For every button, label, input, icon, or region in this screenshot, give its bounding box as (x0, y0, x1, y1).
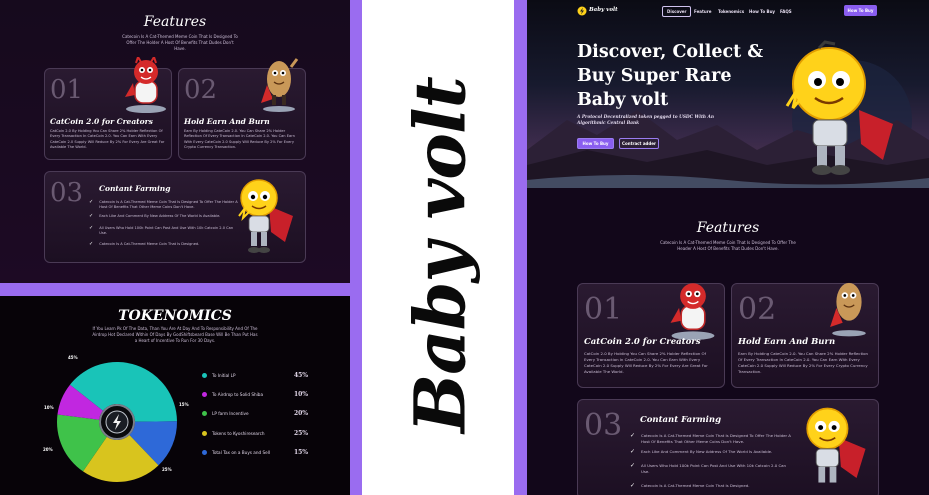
pie-label: 45% (68, 355, 78, 360)
card-title: Contant Farming (99, 184, 171, 193)
card-text: Earn By Holding CateCoin 2.0. You Can Sh… (184, 129, 295, 149)
feature-card-creators: 01 CatCoin 2.0 for Creators CatCoin 2.0 … (44, 57, 172, 160)
cat-mascot-icon (125, 57, 166, 113)
check-icon: ✓ (89, 225, 94, 231)
bulb-mascot-icon (806, 407, 866, 483)
pie-label: 15% (179, 402, 189, 407)
nav-tokenomics[interactable]: Tokenomics (718, 9, 744, 14)
card-number: 01 (584, 292, 623, 327)
features-panel: Features Catecoin Is A Cat-Themed Meme C… (0, 0, 350, 283)
card-text: CatCoin 2.0 By Holding You Can Share 2% … (50, 129, 165, 149)
legend-row: To Initial LP 45% (202, 372, 308, 379)
card-number: 03 (50, 178, 84, 208)
list-item: ✓ All Users Who Hold 100k Point Can Post … (630, 462, 787, 474)
card-number: 03 (584, 408, 623, 443)
check-icon: ✓ (630, 432, 636, 439)
card-title: Contant Farming (640, 415, 722, 425)
legend-row: Tokens to Kyoshiresearch 25% (202, 430, 308, 437)
tokenomics-subtitle: If You Learn Pk Of The Data, Than You Ar… (92, 326, 258, 343)
feature-card-hold-earn: 02 Hold Earn And Burn Earn By Holding Ca… (178, 58, 306, 160)
check-icon: ✓ (630, 448, 636, 455)
tokenomics-panel: TOKENOMICS If You Learn Pk Of The Data, … (0, 296, 350, 495)
logo-text[interactable]: Baby volt (589, 7, 618, 13)
legend-dot (202, 373, 207, 378)
hero-subtitle: A Protocol Decentralized token pegged to… (577, 115, 715, 126)
check-icon: ✓ (630, 482, 636, 489)
site-features-subtitle: Catecoin Is A Cat-Themed Meme Coin That … (660, 240, 796, 251)
bulb-mascot-icon (238, 179, 293, 253)
tokenomics-title: TOKENOMICS (118, 308, 232, 324)
card-text: CatCoin 2.0 By Holding You Can Share 2% … (584, 351, 708, 374)
legend-dot (202, 450, 207, 455)
nav-how-to-buy[interactable]: How To Buy (749, 9, 775, 14)
cat-mascot-icon (670, 283, 715, 340)
card-title: CatCoin 2.0 for Creators (50, 117, 153, 126)
list-item: ✓ Catecoin Is A Cat-Themed Meme Coin That… (89, 241, 200, 247)
site-features-title: Features (696, 220, 760, 236)
bulb-hero-mascot-icon (785, 40, 893, 175)
list-item: ✓ Catecoin Is A Cat-Themed Meme Coin That… (89, 199, 238, 210)
nav-buy-button[interactable]: How To Buy (844, 5, 877, 16)
potato-mascot-icon (830, 282, 866, 337)
nav-discover[interactable]: Discover (662, 6, 692, 17)
card-number: 02 (184, 75, 218, 105)
list-item: ✓ Each Like And Comment By New Address Of… (89, 213, 221, 219)
site-card-creators: 01 CatCoin 2.0 for Creators CatCoin 2.0 … (577, 283, 725, 388)
card-number: 02 (738, 292, 777, 327)
card-text: Earn By Holding CateCoin 2.0. You Can Sh… (738, 351, 869, 374)
contract-address-button[interactable]: Contract adder (619, 138, 659, 149)
list-item: ✓ Each Like And Comment By New Address Of… (630, 448, 773, 455)
check-icon: ✓ (89, 199, 94, 205)
legend-row: Total Tax on a Buys and Sell 15% (202, 449, 308, 456)
brand-wordmark: Baby volt (398, 77, 482, 433)
feature-card-content-farming: 03 Contant Farming ✓ Catecoin Is A Cat-Th… (44, 171, 306, 263)
legend-row: To Airdrop to Solid Shiba 10% (202, 391, 308, 398)
hero-title: Discover, Collect & Buy Super Rare Baby … (577, 42, 764, 110)
list-item: ✓ Catecoin Is A Cat-Themed Meme Coin That… (630, 432, 791, 444)
features-title: Features (143, 14, 207, 30)
legend-dot (202, 431, 207, 436)
website-panel: Baby volt Discover Feature Tokenomics Ho… (527, 0, 929, 495)
check-icon: ✓ (89, 213, 94, 219)
hero-buy-button[interactable]: How To Buy (577, 138, 614, 149)
site-card-content-farming: 03 Contant Farming ✓ Catecoin Is A Cat-Th… (577, 399, 879, 495)
pie-label: 20% (43, 447, 53, 452)
pie-label: 10% (44, 405, 54, 410)
legend-dot (202, 411, 207, 416)
features-subtitle: Catecoin Is A Cat-Themed Meme Coin That … (122, 34, 238, 51)
card-number: 01 (50, 75, 84, 105)
check-icon: ✓ (89, 241, 94, 247)
pie-label: 25% (162, 467, 172, 472)
nav-faqs[interactable]: FAQS (780, 9, 792, 14)
card-title: CatCoin 2.0 for Creators (584, 337, 701, 347)
list-item: ✓ All Users Who Hold 100k Point Can Post … (89, 225, 234, 236)
legend-dot (202, 392, 207, 397)
logo-bolt-icon (577, 6, 587, 16)
potato-mascot-icon (261, 58, 299, 112)
nav-feature[interactable]: Feature (694, 9, 711, 14)
site-card-hold-earn: 02 Hold Earn And Burn Earn By Holding Ca… (731, 282, 879, 388)
legend-row: LP farm Incentive 20% (202, 410, 308, 417)
check-icon: ✓ (630, 462, 636, 469)
card-title: Hold Earn And Burn (738, 337, 836, 347)
list-item: ✓ Catecoin Is A Cat-Themed Meme Coin That… (630, 482, 750, 489)
brand-panel: Baby volt (362, 0, 514, 495)
card-title: Hold Earn And Burn (184, 117, 270, 126)
